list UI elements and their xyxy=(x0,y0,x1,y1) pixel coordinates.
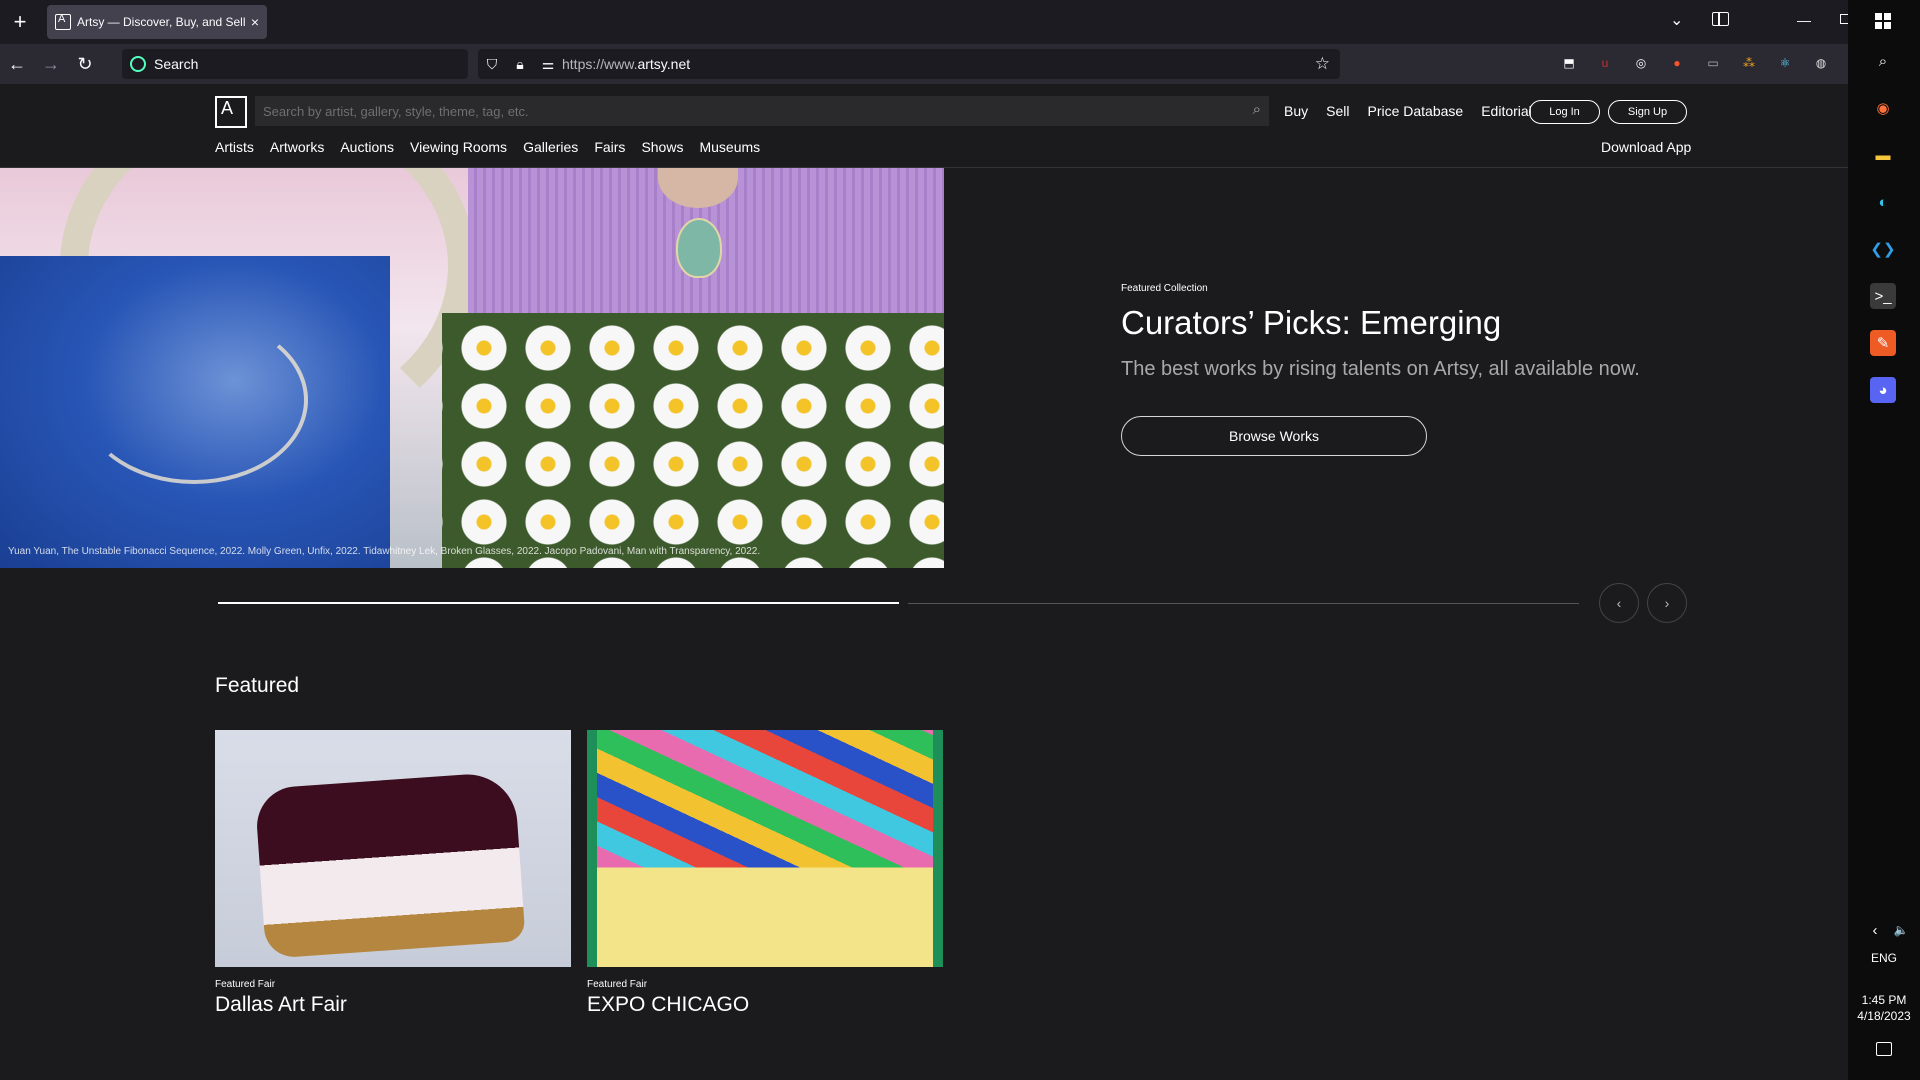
nav-link-shows[interactable]: Shows xyxy=(641,139,683,155)
hero-artwork-collage[interactable]: Yuan Yuan, The Unstable Fibonacci Sequen… xyxy=(0,168,944,568)
artsy-page: A Search by artist, gallery, style, them… xyxy=(0,84,1848,1080)
notifications-icon[interactable] xyxy=(1876,1042,1892,1056)
permissions-icon[interactable]: ⚌ xyxy=(534,56,562,73)
windows-start-icon[interactable] xyxy=(1870,8,1896,34)
nav-link-viewing-rooms[interactable]: Viewing Rooms xyxy=(410,139,507,155)
nav-link-artworks[interactable]: Artworks xyxy=(270,139,324,155)
windows-taskbar: ⌕ ◉ ▬ ◐ ❮❯ >_ ✎ ◕ ‹ 🔈 ENG 1:45 PM 4/18/2023 xyxy=(1848,0,1920,1080)
nav-link-fairs[interactable]: Fairs xyxy=(594,139,625,155)
hero-artwork-caption: Yuan Yuan, The Unstable Fibonacci Sequen… xyxy=(8,546,761,557)
artwork-purple-sweater-painting xyxy=(468,168,944,313)
hero-title[interactable]: Curators’ Picks: Emerging xyxy=(1121,304,1501,342)
globe-icon[interactable]: ◍ xyxy=(1810,52,1832,74)
language-indicator[interactable]: ENG xyxy=(1848,951,1920,965)
discord-icon[interactable]: ◕ xyxy=(1870,377,1896,403)
nav-link-galleries[interactable]: Galleries xyxy=(523,139,578,155)
extension-toolbar: ⬒ u ◎ ● ▭ ⁂ ⚛ ◍ xyxy=(1558,52,1832,74)
new-tab-button[interactable]: + xyxy=(3,5,37,39)
browser-search-placeholder: Search xyxy=(154,56,199,72)
dots-icon[interactable]: ⁂ xyxy=(1738,52,1760,74)
sidebar-toggle-icon[interactable] xyxy=(1712,12,1729,26)
nav-link-price-database[interactable]: Price Database xyxy=(1367,103,1463,119)
downloads-icon[interactable]: ⬒ xyxy=(1558,52,1580,74)
nav-link-buy[interactable]: Buy xyxy=(1284,103,1308,119)
file-explorer-icon[interactable]: ▬ xyxy=(1870,142,1896,168)
hero-section: Yuan Yuan, The Unstable Fibonacci Sequen… xyxy=(0,168,1848,568)
carousel-progress-active xyxy=(218,602,899,604)
reload-button[interactable]: ↻ xyxy=(68,49,102,79)
carousel-progress-track xyxy=(908,603,1579,604)
top-links: Buy Sell Price Database Editorial xyxy=(1284,103,1532,119)
hero-kicker: Featured Collection xyxy=(1121,283,1208,294)
url-scheme: https://www. xyxy=(562,56,638,72)
chevron-left-icon[interactable]: ‹ xyxy=(1862,917,1888,943)
minimize-icon[interactable]: — xyxy=(1797,12,1811,28)
login-button[interactable]: Log In xyxy=(1529,100,1600,124)
react-icon[interactable]: ⚛ xyxy=(1774,52,1796,74)
browser-tab-artsy[interactable]: Artsy — Discover, Buy, and Sell Fine Art… xyxy=(47,5,267,39)
bookmark-star-icon[interactable]: ☆ xyxy=(1315,54,1330,74)
lock-icon[interactable]: 🔒︎ xyxy=(506,56,534,73)
browser-search-input[interactable]: Search xyxy=(122,49,468,79)
tab-bar: + Artsy — Discover, Buy, and Sell Fine A… xyxy=(0,0,1850,44)
forward-button[interactable]: → xyxy=(34,49,68,79)
site-header: A Search by artist, gallery, style, them… xyxy=(0,84,1848,168)
clock[interactable]: 1:45 PM 4/18/2023 xyxy=(1848,992,1920,1024)
url-bar[interactable]: ⛉ 🔒︎ ⚌ https://www. artsy.net ☆ xyxy=(478,49,1340,79)
search-engine-icon xyxy=(130,56,146,72)
beach-artwork-image[interactable] xyxy=(587,730,943,967)
brave-icon[interactable]: ● xyxy=(1666,52,1688,74)
card-title[interactable]: EXPO CHICAGO xyxy=(587,993,943,1017)
carousel-prev-button[interactable]: ‹ xyxy=(1599,583,1639,623)
download-app-link[interactable]: Download App xyxy=(1601,139,1691,155)
artsy-favicon-icon xyxy=(55,13,71,30)
tab-title: Artsy — Discover, Buy, and Sell Fine Art xyxy=(77,15,245,29)
edge-icon[interactable]: ◐ xyxy=(1870,189,1896,215)
navigation-bar: ← → ↻ Search ⛉ 🔒︎ ⚌ https://www. artsy.ne… xyxy=(0,44,1848,84)
vscode-icon[interactable]: ❮❯ xyxy=(1870,236,1896,262)
featured-card-dallas-art-fair[interactable]: Featured Fair Dallas Art Fair xyxy=(215,730,571,1017)
back-button[interactable]: ← xyxy=(0,49,34,79)
firefox-icon[interactable]: ◉ xyxy=(1870,95,1896,121)
url-domain: artsy.net xyxy=(637,56,691,72)
card-kicker: Featured Fair xyxy=(215,979,276,990)
search-icon[interactable]: ⌕ xyxy=(1870,48,1896,74)
featured-heading: Featured xyxy=(215,674,300,697)
clock-date: 4/18/2023 xyxy=(1857,1009,1911,1023)
artsy-logo[interactable]: A xyxy=(215,96,247,128)
postman-icon[interactable]: ✎ xyxy=(1870,330,1896,356)
search-icon[interactable]: ⌕ xyxy=(1253,101,1261,118)
site-search-placeholder: Search by artist, gallery, style, theme,… xyxy=(263,103,529,119)
volume-icon[interactable]: 🔈 xyxy=(1888,917,1914,943)
artwork-blue-painting xyxy=(0,256,390,568)
clock-time: 1:45 PM xyxy=(1861,993,1907,1007)
extension-icon[interactable]: ▭ xyxy=(1702,52,1724,74)
terminal-icon[interactable]: >_ xyxy=(1870,283,1896,309)
cheesecake-artwork-image[interactable] xyxy=(215,730,571,967)
browse-works-button[interactable]: Browse Works xyxy=(1121,416,1427,456)
card-kicker: Featured Fair xyxy=(587,979,648,990)
tab-close-icon[interactable]: × xyxy=(251,14,259,30)
shield-icon[interactable]: ⛉ xyxy=(478,56,506,73)
privacy-icon[interactable]: ◎ xyxy=(1630,52,1652,74)
nav-link-auctions[interactable]: Auctions xyxy=(340,139,394,155)
tab-list-icon[interactable]: ⌄ xyxy=(1670,10,1683,30)
nav-link-artists[interactable]: Artists xyxy=(215,139,254,155)
nav-link-museums[interactable]: Museums xyxy=(699,139,760,155)
category-nav: Artists Artworks Auctions Viewing Rooms … xyxy=(215,139,760,155)
signup-button[interactable]: Sign Up xyxy=(1608,100,1687,124)
card-title[interactable]: Dallas Art Fair xyxy=(215,993,571,1017)
artwork-daisies-painting xyxy=(442,313,944,568)
nav-link-sell[interactable]: Sell xyxy=(1326,103,1349,119)
site-search-input[interactable]: Search by artist, gallery, style, theme,… xyxy=(255,96,1269,126)
nav-link-editorial[interactable]: Editorial xyxy=(1481,103,1532,119)
carousel-next-button[interactable]: › xyxy=(1647,583,1687,623)
featured-card-expo-chicago[interactable]: Featured Fair EXPO CHICAGO xyxy=(587,730,943,1017)
hero-subtitle: The best works by rising talents on Arts… xyxy=(1121,358,1640,380)
ublock-icon[interactable]: u xyxy=(1594,52,1616,74)
